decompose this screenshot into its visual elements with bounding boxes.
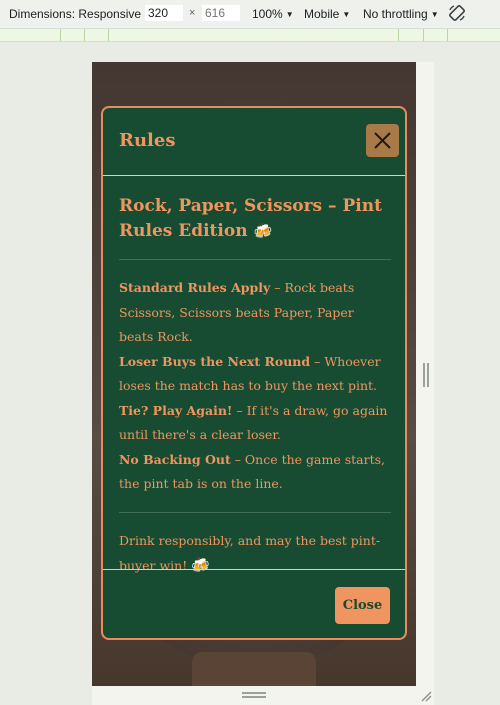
- device-type-label: Mobile: [304, 7, 340, 21]
- close-icon: [374, 132, 391, 149]
- dimensions-label: Dimensions: Responsive: [9, 7, 142, 21]
- chevron-down-icon: ▼: [430, 10, 439, 19]
- rules-heading-text: Rock, Paper, Scissors – Pint Rules Editi…: [119, 196, 382, 241]
- dimensions-dropdown[interactable]: Dimensions: Responsive▼: [9, 7, 152, 21]
- rule-item: No Backing Out – Once the game starts, t…: [119, 448, 391, 497]
- modal-header: Rules: [103, 108, 405, 176]
- beer-icon: 🍻: [253, 222, 273, 240]
- closing-note-text: Drink responsibly, and may the best pint…: [119, 532, 381, 574]
- times-sign: ×: [189, 7, 196, 19]
- width-input[interactable]: [145, 5, 183, 21]
- rule-item: Standard Rules Apply – Rock beats Scisso…: [119, 276, 391, 350]
- resize-handle-bottom[interactable]: [242, 692, 266, 698]
- media-query-marker[interactable]: [84, 29, 85, 41]
- rule-item: Loser Buys the Next Round – Whoever lose…: [119, 350, 391, 399]
- throttling-dropdown[interactable]: No throttling ▼: [363, 7, 439, 21]
- media-query-marker[interactable]: [398, 29, 399, 41]
- chevron-down-icon: ▼: [285, 10, 294, 19]
- media-query-marker[interactable]: [423, 29, 424, 41]
- divider: [119, 259, 391, 260]
- rule-item: Tie? Play Again! – If it's a draw, go ag…: [119, 399, 391, 448]
- zoom-label: 100%: [252, 7, 283, 21]
- rule-name: No Backing Out: [119, 451, 231, 467]
- media-query-marker[interactable]: [108, 29, 109, 41]
- modal-title: Rules: [119, 130, 176, 151]
- throttling-label: No throttling: [363, 7, 428, 21]
- media-query-bar[interactable]: [0, 29, 500, 42]
- height-input[interactable]: [202, 5, 240, 21]
- divider: [119, 511, 391, 513]
- close-button[interactable]: Close: [335, 587, 390, 624]
- rule-name: Tie? Play Again!: [119, 402, 233, 418]
- resize-handle-right[interactable]: [423, 363, 429, 387]
- rotate-icon[interactable]: [448, 4, 466, 22]
- rule-name: Loser Buys the Next Round: [119, 353, 311, 369]
- rules-heading: Rock, Paper, Scissors – Pint Rules Editi…: [119, 194, 391, 244]
- media-query-marker[interactable]: [60, 29, 61, 41]
- chevron-down-icon: ▼: [342, 10, 351, 19]
- modal-footer: Close: [103, 569, 405, 639]
- close-x-button[interactable]: [366, 124, 399, 157]
- resize-corner-icon[interactable]: [420, 690, 432, 702]
- modal-body: Rock, Paper, Scissors – Pint Rules Editi…: [119, 194, 391, 579]
- rules-modal: Rules Rock, Paper, Scissors – Pint Rules…: [101, 106, 407, 640]
- zoom-dropdown[interactable]: 100% ▼: [252, 7, 294, 21]
- rule-name: Standard Rules Apply: [119, 280, 271, 295]
- devtools-device-toolbar: Dimensions: Responsive▼ × 100%▼ Mobile▼ …: [0, 0, 500, 29]
- device-type-dropdown[interactable]: Mobile ▼: [304, 7, 350, 21]
- media-query-marker[interactable]: [447, 29, 448, 41]
- rules-list: Standard Rules Apply – Rock beats Scisso…: [119, 276, 391, 497]
